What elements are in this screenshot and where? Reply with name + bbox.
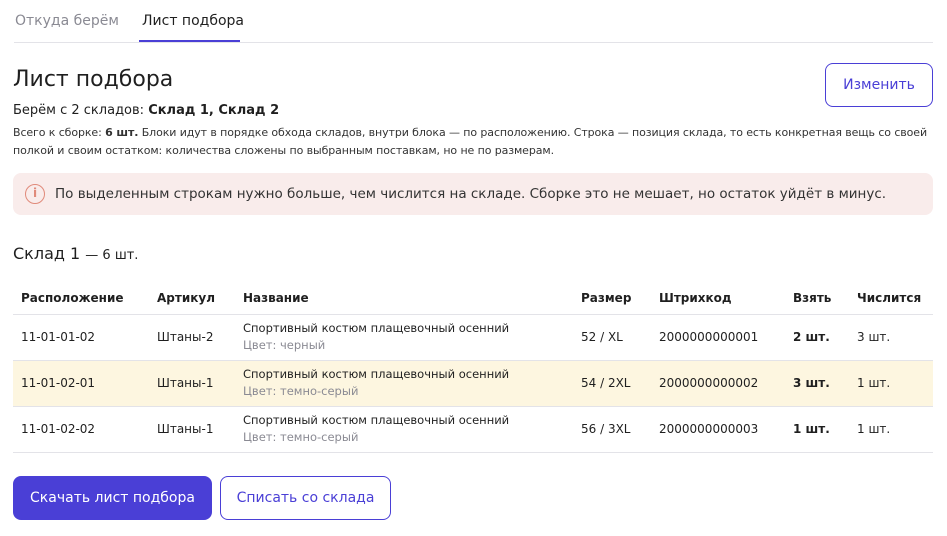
table-row-highlighted: 11-01-02-01 Штаны-1 Спортивный костюм пл… [13,360,933,407]
col-barcode: Штрихкод [659,283,793,315]
cell-name: Спортивный костюм плащевочный осенний Цв… [243,360,581,407]
cell-take: 2 шт. [793,314,857,361]
product-name: Спортивный костюм плащевочный осенний [243,367,510,381]
cell-name: Спортивный костюм плащевочный осенний Цв… [243,406,581,453]
cell-barcode: 2000000000002 [659,360,793,407]
pick-list-description: Всего к сборке: 6 шт. Блоки идут в поряд… [13,124,933,160]
product-color: Цвет: темно-серый [243,384,359,398]
tab-bar: Откуда берём Лист подбора [14,0,933,43]
cell-stock: 1 шт. [857,360,933,407]
product-color: Цвет: темно-серый [243,430,359,444]
edit-button[interactable]: Изменить [825,63,933,107]
table-row: 11-01-02-02 Штаны-1 Спортивный костюм пл… [13,406,933,453]
cell-size: 54 / 2XL [581,360,659,407]
col-article: Артикул [157,283,243,315]
tab-pick-list[interactable]: Лист подбора [142,11,244,31]
cell-location: 11-01-01-02 [13,314,157,361]
total-prefix: Всего к сборке: [13,126,106,139]
col-stock: Числится [857,283,933,315]
page-title: Лист подбора [13,67,174,92]
stock-warning-alert: i По выделенным строкам нужно больше, че… [13,173,933,215]
product-color: Цвет: черный [243,338,326,352]
table-row: 11-01-01-02 Штаны-2 Спортивный костюм пл… [13,314,933,361]
product-name: Спортивный костюм плащевочный осенний [243,413,510,427]
cell-take: 3 шт. [793,360,857,407]
cell-name: Спортивный костюм плащевочный осенний Цв… [243,314,581,361]
cell-take: 1 шт. [793,406,857,453]
col-take: Взять [793,283,857,315]
col-location: Расположение [13,283,157,315]
cell-location: 11-01-02-02 [13,406,157,453]
write-off-button[interactable]: Списать со склада [220,476,391,520]
description-text: Блоки идут в порядке обхода складов, вну… [13,126,927,157]
cell-article: Штаны-2 [157,314,243,361]
col-size: Размер [581,283,659,315]
warehouses-summary: Берём с 2 складов: Склад 1, Склад 2 [13,101,279,120]
product-name: Спортивный костюм плащевочный осенний [243,321,510,335]
alert-text: По выделенным строкам нужно больше, чем … [55,186,887,202]
warehouse-heading: Склад 1 — 6 шт. [13,243,138,267]
cell-article: Штаны-1 [157,360,243,407]
download-pick-list-button[interactable]: Скачать лист подбора [13,476,212,520]
info-icon: i [25,184,45,204]
col-name: Название [243,283,581,315]
cell-size: 52 / XL [581,314,659,361]
pick-table: Расположение Артикул Название Размер Штр… [13,283,933,453]
cell-stock: 3 шт. [857,314,933,361]
cell-barcode: 2000000000001 [659,314,793,361]
cell-location: 11-01-02-01 [13,360,157,407]
table-header-row: Расположение Артикул Название Размер Штр… [13,283,933,315]
cell-barcode: 2000000000003 [659,406,793,453]
cell-stock: 1 шт. [857,406,933,453]
total-count: 6 шт. [105,126,139,139]
warehouse-count: — 6 шт. [85,248,139,263]
warehouses-prefix: Берём с 2 складов: [13,103,149,118]
active-tab-indicator [139,40,240,42]
cell-size: 56 / 3XL [581,406,659,453]
cell-article: Штаны-1 [157,406,243,453]
tab-source[interactable]: Откуда берём [15,11,119,31]
warehouses-list: Склад 1, Склад 2 [148,103,280,118]
warehouse-name: Склад 1 [13,244,81,263]
